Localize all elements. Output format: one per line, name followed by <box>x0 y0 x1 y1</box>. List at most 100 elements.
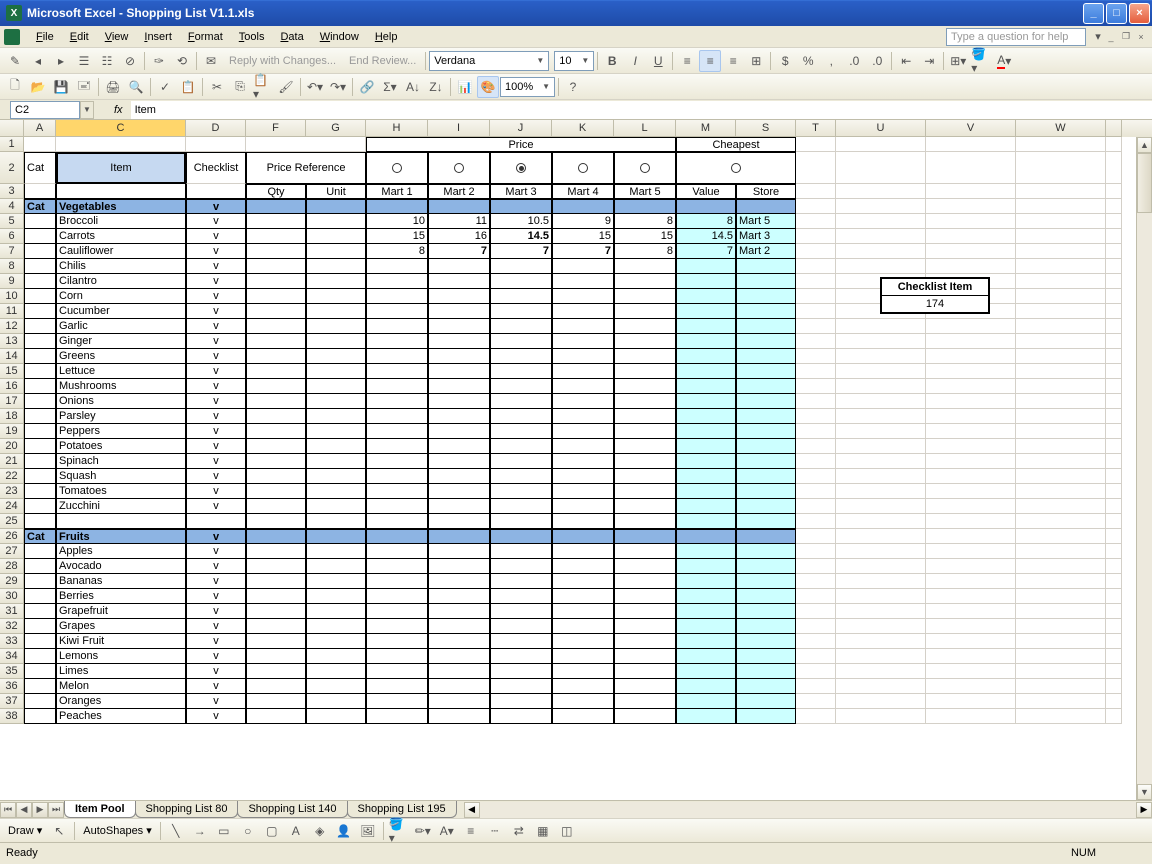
row-header-20[interactable]: 20 <box>0 439 24 454</box>
cell[interactable] <box>1016 559 1106 574</box>
price-cell[interactable]: 10.5 <box>490 214 552 229</box>
textbox-icon[interactable]: ▢ <box>261 820 283 842</box>
cell[interactable] <box>926 529 1016 544</box>
cell[interactable] <box>1106 514 1122 529</box>
cell[interactable] <box>1106 319 1122 334</box>
doc-restore-button[interactable]: ❐ <box>1119 30 1133 44</box>
cell[interactable] <box>1016 574 1106 589</box>
item-avocado[interactable]: Avocado <box>56 559 186 574</box>
menu-insert[interactable]: Insert <box>136 29 180 45</box>
cell[interactable] <box>796 454 836 469</box>
cell[interactable] <box>1016 334 1106 349</box>
store-cell[interactable] <box>736 514 796 529</box>
item-ginger[interactable]: Ginger <box>56 334 186 349</box>
price-cell[interactable] <box>490 394 552 409</box>
cell[interactable] <box>1106 619 1122 634</box>
cell[interactable] <box>836 334 926 349</box>
price-cell[interactable] <box>614 514 676 529</box>
cell[interactable] <box>24 544 56 559</box>
cell[interactable] <box>1016 514 1106 529</box>
cell[interactable] <box>796 499 836 514</box>
cell[interactable] <box>926 424 1016 439</box>
price-cell[interactable] <box>366 259 428 274</box>
cell[interactable] <box>306 379 366 394</box>
price-cell[interactable] <box>552 319 614 334</box>
draw-menu[interactable]: Draw ▾ <box>4 824 46 837</box>
increase-decimal-button[interactable]: .0 <box>843 50 865 72</box>
cell[interactable] <box>1016 349 1106 364</box>
item-check[interactable]: v <box>186 604 246 619</box>
cell[interactable] <box>796 394 836 409</box>
price-cell[interactable] <box>366 619 428 634</box>
cell[interactable] <box>836 529 926 544</box>
col-header-J[interactable]: J <box>490 120 552 137</box>
row-header-1[interactable]: 1 <box>0 137 24 152</box>
price-cell[interactable] <box>366 544 428 559</box>
item-check[interactable]: v <box>186 649 246 664</box>
price-cell[interactable] <box>490 274 552 289</box>
menu-tools[interactable]: Tools <box>231 29 273 45</box>
cell[interactable] <box>1106 709 1122 724</box>
item-check[interactable]: v <box>186 334 246 349</box>
item-peaches[interactable]: Peaches <box>56 709 186 724</box>
hscroll-right-button[interactable]: ▶ <box>1136 802 1152 818</box>
price-cell[interactable] <box>614 379 676 394</box>
cell[interactable] <box>1016 304 1106 319</box>
cell[interactable] <box>246 694 306 709</box>
cell[interactable] <box>1106 137 1122 152</box>
price-cell[interactable] <box>552 289 614 304</box>
cheapest-header[interactable]: Cheapest <box>676 137 796 152</box>
cell[interactable] <box>836 514 926 529</box>
cell[interactable] <box>1016 709 1106 724</box>
price-cell[interactable]: 8 <box>366 244 428 259</box>
cell[interactable] <box>1016 529 1106 544</box>
item-check[interactable]: v <box>186 379 246 394</box>
row-header-7[interactable]: 7 <box>0 244 24 259</box>
price-cell[interactable] <box>366 469 428 484</box>
price-cell[interactable] <box>366 499 428 514</box>
cell[interactable] <box>926 334 1016 349</box>
item-garlic[interactable]: Garlic <box>56 319 186 334</box>
cell[interactable] <box>796 137 836 152</box>
item-apples[interactable]: Apples <box>56 544 186 559</box>
row-header-21[interactable]: 21 <box>0 454 24 469</box>
price-cell[interactable]: 15 <box>614 229 676 244</box>
store-cell[interactable] <box>736 259 796 274</box>
item-greens[interactable]: Greens <box>56 349 186 364</box>
font-size-combo[interactable]: 10▼ <box>554 51 594 71</box>
cell[interactable] <box>246 589 306 604</box>
price-cell[interactable] <box>552 409 614 424</box>
cell[interactable] <box>796 709 836 724</box>
price-cell[interactable] <box>614 259 676 274</box>
cell[interactable] <box>366 529 428 544</box>
price-cell[interactable] <box>552 394 614 409</box>
price-cell[interactable] <box>366 604 428 619</box>
redo-button[interactable]: ↷▾ <box>327 76 349 98</box>
price-cell[interactable] <box>366 439 428 454</box>
price-cell[interactable] <box>428 319 490 334</box>
arrow-style-icon[interactable]: ⇄ <box>508 820 530 842</box>
price-cell[interactable] <box>490 619 552 634</box>
cell[interactable] <box>836 499 926 514</box>
store-cell[interactable] <box>736 304 796 319</box>
cell[interactable] <box>1016 199 1106 214</box>
cell[interactable] <box>24 214 56 229</box>
cell[interactable] <box>1106 574 1122 589</box>
cell[interactable] <box>490 529 552 544</box>
scroll-thumb[interactable] <box>1137 153 1152 213</box>
cell[interactable] <box>796 214 836 229</box>
save-button[interactable]: 💾 <box>50 76 72 98</box>
price-cell[interactable]: 15 <box>552 229 614 244</box>
cell-d1[interactable] <box>186 137 246 152</box>
cell[interactable] <box>246 619 306 634</box>
item-check[interactable]: v <box>186 634 246 649</box>
price-cell[interactable] <box>552 439 614 454</box>
price-cell[interactable] <box>614 589 676 604</box>
cell[interactable] <box>836 559 926 574</box>
value-cell[interactable] <box>676 364 736 379</box>
price-cell[interactable] <box>428 664 490 679</box>
item-broccoli[interactable]: Broccoli <box>56 214 186 229</box>
cell[interactable] <box>24 574 56 589</box>
price-cell[interactable] <box>428 499 490 514</box>
price-cell[interactable] <box>614 439 676 454</box>
